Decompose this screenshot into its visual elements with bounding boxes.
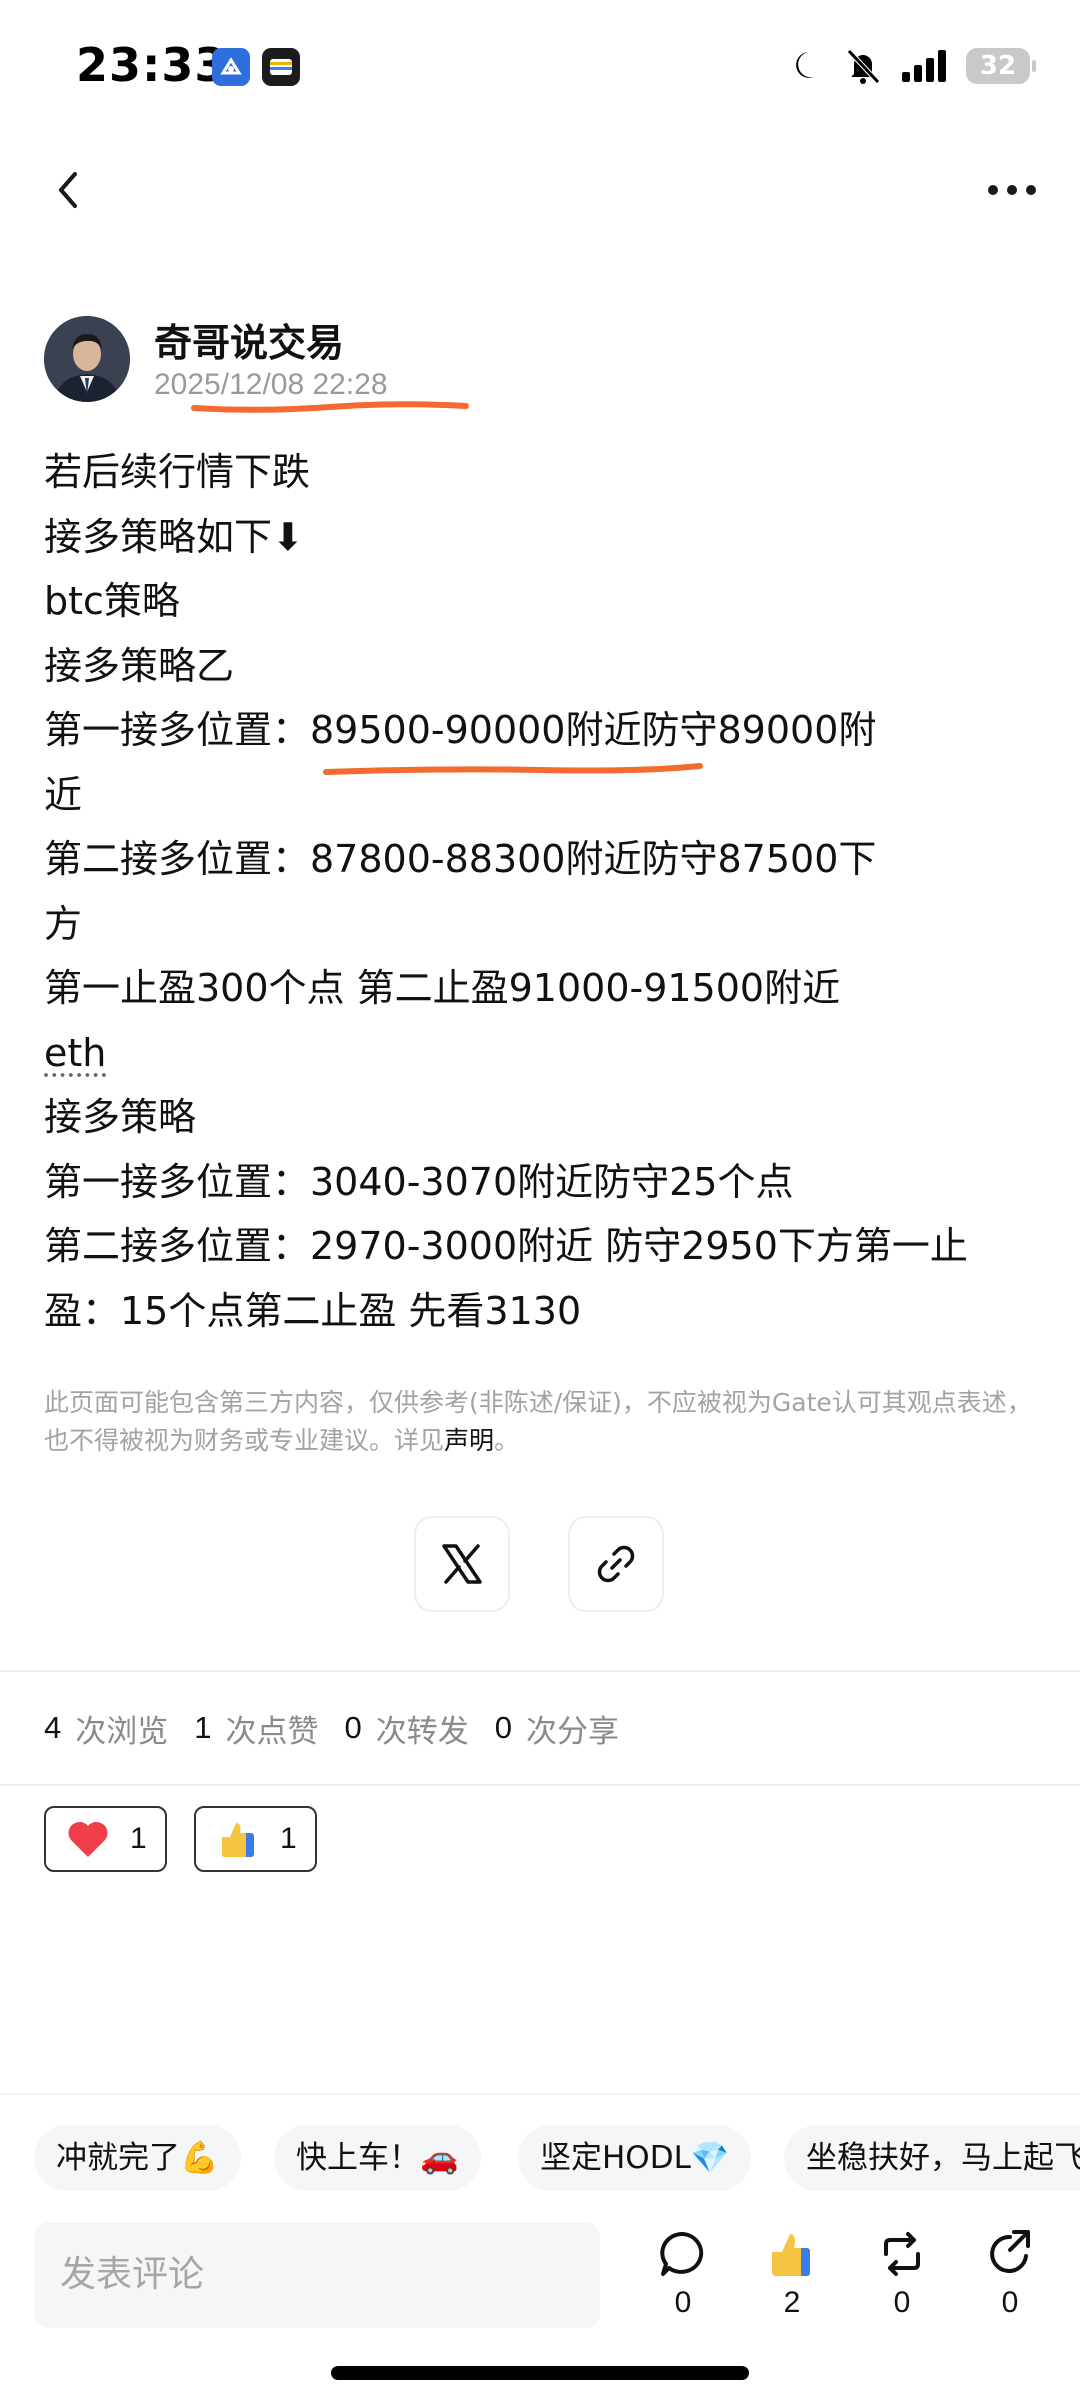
post-line: 第一接多位置：3040-3070附近防守25个点: [44, 1159, 794, 1204]
repost-count: 0: [893, 2286, 911, 2319]
comment-button[interactable]: 0: [643, 2228, 723, 2328]
post-line: 若后续行情下跌: [44, 450, 311, 494]
x-logo-icon: [442, 1544, 482, 1584]
reaction-heart-button[interactable]: 1: [44, 1806, 167, 1872]
post-line: 接多策略如下⬇: [44, 514, 304, 559]
mute-bell-icon: [847, 49, 880, 84]
home-indicator[interactable]: [331, 2366, 749, 2380]
chevron-left-icon: [59, 172, 77, 208]
like-button[interactable]: 2: [752, 2228, 832, 2328]
post-line: btc策略: [44, 579, 180, 623]
post-stats: 4 次浏览 1 次点赞 0 次转发 0 次分享: [44, 1706, 645, 1750]
quick-reply-chip[interactable]: 冲就完了💪: [34, 2125, 241, 2191]
thumbs-up-icon: [222, 1823, 254, 1857]
signal-icon: [902, 50, 946, 82]
post-timestamp: 2025/12/08 22:28: [154, 368, 388, 401]
post-line: 方: [44, 901, 83, 946]
like-icon: [772, 2234, 810, 2276]
post-line: 第二接多位置：87800-88300附近防守87500下: [44, 837, 877, 881]
author-header: 奇哥说交易 2025/12/08 22:28: [44, 312, 1044, 412]
divider: [0, 1784, 1080, 1786]
post-line: 第二接多位置：2970-3000附近 防守2950下方第一止: [44, 1224, 968, 1268]
divider: [0, 1670, 1080, 1672]
share-count: 0: [1001, 2286, 1019, 2319]
share-icon: [990, 2230, 1030, 2273]
eth-tag-link[interactable]: eth: [44, 1031, 106, 1075]
status-bar: 23:33 32: [0, 0, 1080, 130]
comment-count: 0: [674, 2286, 692, 2319]
more-dot-icon: [988, 185, 998, 195]
reposts-label: 次转发: [375, 1713, 469, 1750]
disclaimer: 此页面可能包含第三方内容，仅供参考(非陈述/保证)，不应被视为Gate认可其观点…: [44, 1384, 1034, 1460]
wallet-notification-icon: [262, 48, 300, 86]
post-line-eth-tag[interactable]: eth: [44, 1021, 1044, 1086]
likes-count: 1: [194, 1710, 212, 1745]
reposts-count: 0: [344, 1710, 362, 1745]
quick-reply-chip[interactable]: 坐稳扶好，马上起飞: [784, 2125, 1080, 2191]
author-name[interactable]: 奇哥说交易: [154, 312, 344, 367]
back-button[interactable]: [40, 162, 96, 218]
post-content: 若后续行情下跌 接多策略如下⬇ btc策略 接多策略乙 第一接多位置：89500…: [44, 440, 1044, 1343]
more-options-button[interactable]: [980, 162, 1044, 218]
like-count: 2: [783, 2286, 801, 2319]
reaction-thumbs-up-button[interactable]: 1: [194, 1806, 317, 1872]
views-count: 4: [44, 1710, 62, 1745]
post-line: 接多策略: [44, 1095, 197, 1139]
top-nav: [0, 140, 1080, 240]
comment-input[interactable]: 发表评论: [34, 2222, 600, 2328]
thumbs-up-count: 1: [280, 1822, 297, 1855]
post-line: 盈：15个点第二止盈 先看3130: [44, 1288, 582, 1333]
copy-link-button[interactable]: [568, 1516, 664, 1612]
battery-icon: 32: [966, 48, 1036, 84]
battery-level: 32: [979, 51, 1017, 81]
status-indicators: 32: [788, 44, 1036, 88]
quick-reply-chip[interactable]: 坚定HODL💎: [518, 2125, 752, 2191]
status-time: 23:33: [76, 38, 228, 92]
shares-label: 次分享: [526, 1713, 619, 1750]
repost-icon: [884, 2232, 920, 2276]
repost-button[interactable]: 0: [862, 2228, 942, 2328]
disclaimer-link[interactable]: 声明: [444, 1426, 494, 1455]
moon-icon: [796, 52, 814, 78]
post-line: 第一止盈300个点 第二止盈91000-91500附近: [44, 966, 841, 1010]
more-dot-icon: [1007, 185, 1017, 195]
heart-icon: [68, 1821, 108, 1857]
more-dot-icon: [1026, 185, 1036, 195]
post-line: 第一接多位置：89500-90000附近防守89000附: [44, 708, 877, 752]
shares-count: 0: [494, 1710, 512, 1745]
handwritten-underline-date: [191, 401, 469, 413]
avatar[interactable]: [44, 316, 130, 402]
quick-reply-chips: 冲就完了💪 快上车！🚗 坚定HODL💎 坐稳扶好，马上起飞: [0, 2093, 1080, 2218]
comment-icon: [660, 2231, 704, 2276]
share-button[interactable]: 0: [970, 2228, 1050, 2328]
disclaimer-end: 。: [494, 1426, 520, 1455]
handwritten-underline-price: [323, 763, 703, 775]
heart-count: 1: [130, 1822, 147, 1855]
link-icon: [597, 1545, 635, 1583]
views-label: 次浏览: [75, 1713, 169, 1750]
likes-label: 次点赞: [225, 1713, 319, 1750]
app-notification-icon: [212, 48, 250, 86]
post-line: 接多策略乙: [44, 643, 235, 688]
share-x-button[interactable]: [414, 1516, 510, 1612]
quick-reply-chip[interactable]: 快上车！🚗: [274, 2125, 481, 2191]
disclaimer-text: 此页面可能包含第三方内容，仅供参考(非陈述/保证)，不应被视为Gate认可其观点…: [44, 1388, 1032, 1455]
